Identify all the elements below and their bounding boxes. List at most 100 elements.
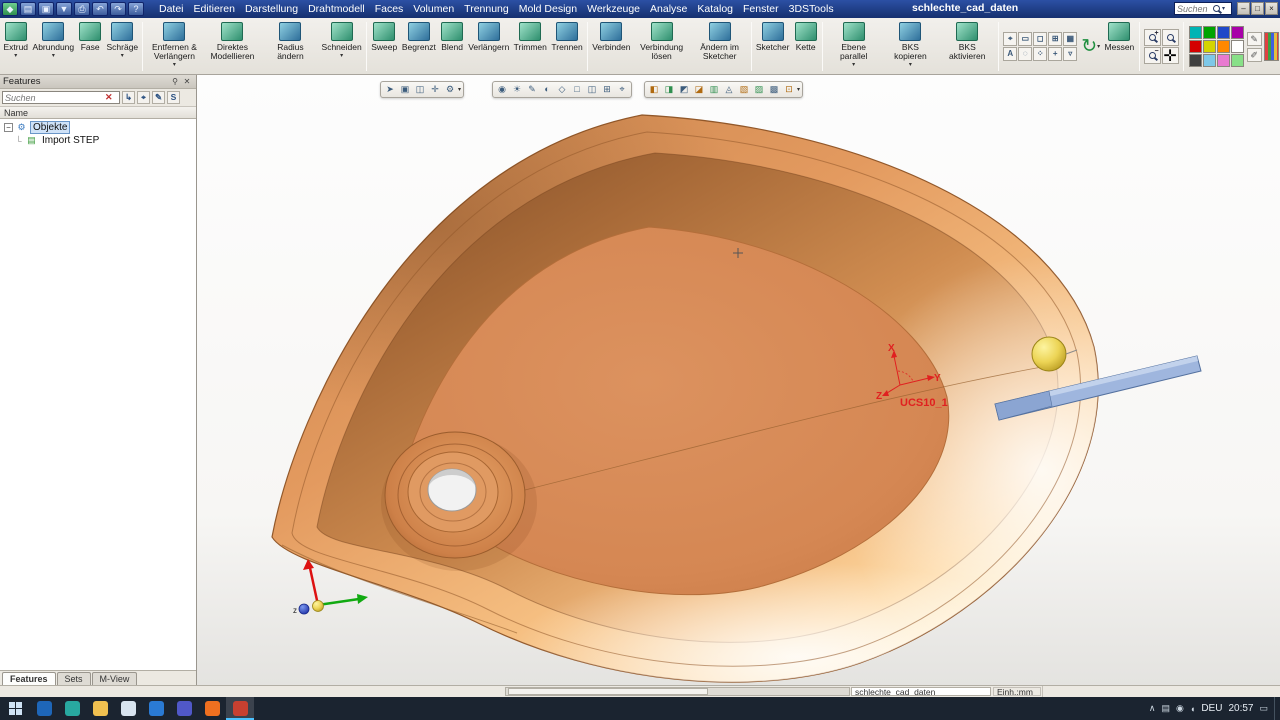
edit-geometry-icon[interactable]: ✎ [525, 83, 539, 96]
global-search-box[interactable]: ▾ [1174, 2, 1232, 15]
section-mode-icon[interactable]: ▥ [707, 83, 721, 96]
remove-extend-button[interactable]: Entfernen & Verlängern [145, 19, 203, 74]
clock[interactable]: 20:57 [1228, 703, 1253, 714]
shadow-icon[interactable]: ▧ [737, 83, 751, 96]
disconnect-button[interactable]: Verbindung lösen [633, 19, 691, 74]
hidden-line-icon[interactable]: ◩ [677, 83, 691, 96]
move-mode-icon[interactable]: ✛ [428, 83, 442, 96]
pan-icon[interactable]: ✛ [1162, 47, 1179, 64]
taskbar-app-browser-circle[interactable] [30, 697, 58, 720]
expander-icon[interactable]: − [4, 123, 13, 132]
taskbar-app-cad-app[interactable] [226, 697, 254, 720]
render-options-icon[interactable]: ⊡ [782, 83, 796, 96]
rotate-view-icon[interactable]: ↻ [1081, 36, 1097, 58]
palette-color-swatch[interactable] [1189, 40, 1202, 53]
palette-color-swatch[interactable] [1231, 26, 1244, 39]
status-scrollbar[interactable] [505, 687, 850, 696]
status-scrollbar-thumb[interactable] [508, 688, 708, 695]
add-selection-icon[interactable]: + [1048, 47, 1062, 61]
center-target-icon[interactable]: ⌖ [615, 83, 629, 96]
save-icon[interactable]: ▼ [56, 2, 72, 16]
render-dropdown-icon[interactable]: ▾ [797, 86, 800, 93]
select-grid-icon[interactable]: ⊞ [1048, 32, 1062, 46]
parallel-plane-button[interactable]: Ebene parallel [825, 19, 883, 74]
highlight-icon[interactable]: ◉ [495, 83, 509, 96]
panel-search-input[interactable] [5, 93, 105, 103]
half-shade-icon[interactable]: ◐ [540, 83, 554, 96]
paint-icon[interactable]: ✐ [1247, 48, 1262, 62]
tab-sets[interactable]: Sets [57, 672, 91, 685]
measure-button[interactable]: Messen [1102, 19, 1136, 74]
palette-color-swatch[interactable] [1217, 40, 1230, 53]
zoom-fit-icon[interactable] [1162, 29, 1179, 46]
tab-features[interactable]: Features [2, 672, 56, 685]
select-face-icon[interactable]: ◻ [1033, 32, 1047, 46]
tab-mview[interactable]: M-View [92, 672, 138, 685]
menu-katalog[interactable]: Katalog [692, 2, 738, 16]
zoom-out-icon[interactable]: − [1144, 47, 1161, 64]
select-region-icon[interactable]: ⌖ [1003, 32, 1017, 46]
menu-trennung[interactable]: Trennung [459, 2, 514, 16]
palette-color-swatch[interactable] [1203, 40, 1216, 53]
menu-fenster[interactable]: Fenster [738, 2, 784, 16]
palette-color-swatch[interactable] [1231, 40, 1244, 53]
modify-in-sketcher-button[interactable]: Ändern im Sketcher [691, 19, 749, 74]
blend-button[interactable]: Blend [438, 19, 466, 74]
menu-3dstools[interactable]: 3DSTools [784, 2, 839, 16]
filter-icon[interactable]: ↳ [122, 91, 135, 104]
trim-button[interactable]: Trimmen [511, 19, 549, 74]
pencil-icon[interactable]: ✎ [1247, 32, 1262, 46]
plane-display-icon[interactable]: □ [570, 83, 584, 96]
menu-werkzeuge[interactable]: Werkzeuge [582, 2, 645, 16]
select-mode-dropdown-icon[interactable]: ▾ [458, 86, 461, 93]
panel-search-box[interactable]: ✕ [2, 91, 120, 104]
select-box-icon[interactable]: ▭ [1018, 32, 1032, 46]
window-select-icon[interactable]: ◫ [413, 83, 427, 96]
tray-expand-icon[interactable]: ∧ [1149, 703, 1156, 714]
maximize-button[interactable]: □ [1251, 2, 1264, 15]
grid-display-icon[interactable]: ⊞ [600, 83, 614, 96]
edit-list-icon[interactable]: ✎ [152, 91, 165, 104]
palette-color-swatch[interactable] [1203, 26, 1216, 39]
transparent-mode-icon[interactable]: ◪ [692, 83, 706, 96]
reflection-icon[interactable]: ▨ [752, 83, 766, 96]
cut-button[interactable]: Schneiden [319, 19, 363, 74]
minimize-button[interactable]: – [1237, 2, 1250, 15]
menu-mold-design[interactable]: Mold Design [514, 2, 582, 16]
direct-modeling-button[interactable]: Direktes Modellieren [203, 19, 261, 74]
zoom-in-icon[interactable]: + [1144, 29, 1161, 46]
undo-icon[interactable]: ↶ [92, 2, 108, 16]
volume-icon[interactable]: ◖ [1190, 704, 1195, 714]
palette-color-swatch[interactable] [1231, 54, 1244, 67]
bounded-button[interactable]: Begrenzt [400, 19, 439, 74]
chain-button[interactable]: Kette [792, 19, 820, 74]
tree-item-label[interactable]: Import STEP [40, 135, 101, 146]
selection-options-dropdown-icon[interactable]: ▿ [1063, 47, 1077, 61]
tree-item-objekte[interactable]: − ⚙ Objekte [0, 121, 196, 134]
search-options-dropdown-icon[interactable]: ▾ [1222, 5, 1225, 12]
units-field[interactable]: Einh.:mm [993, 687, 1041, 696]
draft-button[interactable]: Schräge [104, 19, 140, 74]
shell-model[interactable] [197, 75, 1247, 685]
tray-display-icon[interactable]: ▤ [1162, 703, 1171, 714]
palette-color-swatch[interactable] [1217, 26, 1230, 39]
notification-center-icon[interactable]: ▭ [1259, 703, 1268, 714]
print-icon[interactable]: ⎙ [74, 2, 90, 16]
chamfer-button[interactable]: Fase [76, 19, 104, 74]
tree-column-header[interactable]: Name [0, 106, 196, 119]
palette-color-swatch[interactable] [1189, 54, 1202, 67]
panel-close-icon[interactable]: ✕ [181, 76, 193, 87]
select-circle-icon[interactable]: ◌ [1018, 47, 1032, 61]
shaded-mode-icon[interactable]: ◧ [647, 83, 661, 96]
extrude-button[interactable]: Extrud [1, 19, 30, 74]
palette-color-swatch[interactable] [1217, 54, 1230, 67]
menu-darstellung[interactable]: Darstellung [240, 2, 303, 16]
text-annotation-icon[interactable]: A [1003, 47, 1017, 61]
palette-color-swatch[interactable] [1203, 54, 1216, 67]
locate-icon[interactable]: ⌖ [137, 91, 150, 104]
perspective-icon[interactable]: ◬ [722, 83, 736, 96]
show-desktop-button[interactable] [1274, 697, 1278, 720]
network-icon[interactable]: ◉ [1176, 703, 1184, 714]
close-button[interactable]: × [1265, 2, 1278, 15]
select-points-icon[interactable]: ⁘ [1033, 47, 1047, 61]
